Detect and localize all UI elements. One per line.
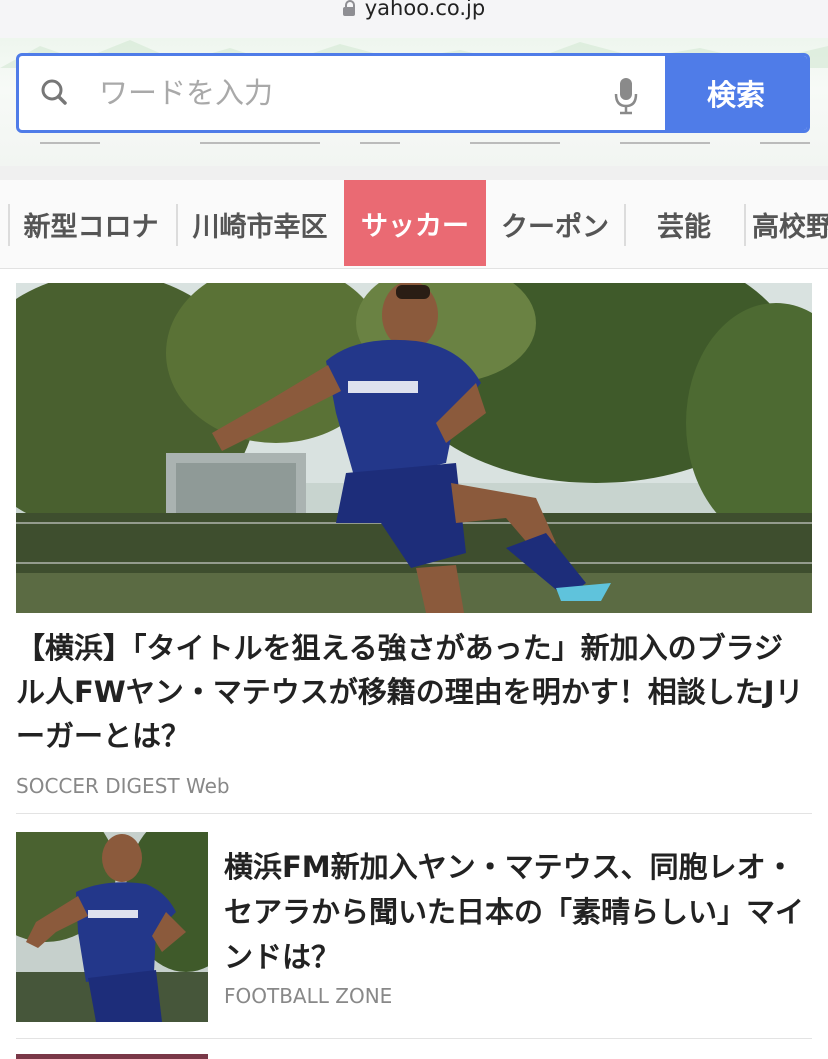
article-thumbnail[interactable] — [16, 832, 208, 1022]
tab-separator — [624, 204, 626, 246]
next-article-thumbnail[interactable] — [16, 1054, 208, 1059]
tab-entertainment[interactable]: 芸能 — [630, 180, 738, 268]
lock-icon — [342, 0, 355, 16]
article-title[interactable]: 横浜FM新加入ヤン・マテウス、同胞レオ・セアラから聞いた日本の「素晴らしい」マイ… — [224, 845, 814, 980]
tab-high-school-baseball[interactable]: 高校野 — [752, 180, 828, 268]
tab-soccer[interactable]: サッカー — [344, 180, 486, 266]
search-field[interactable] — [19, 56, 665, 130]
tab-separator — [8, 204, 10, 246]
search-header: 検索 — [0, 38, 828, 166]
soccer-player-thumbnail — [16, 832, 208, 1022]
search-button[interactable]: 検索 — [665, 56, 807, 130]
tab-separator — [744, 204, 746, 246]
tab-coupon[interactable]: クーポン — [492, 180, 618, 268]
search-icon — [41, 79, 67, 105]
article-divider — [16, 1038, 812, 1039]
category-tabs: 新型コロナ 川崎市幸区 サッカー クーポン 芸能 高校野 — [0, 180, 828, 269]
search-box: 検索 — [16, 53, 810, 133]
tab-kawasaki-saiwai[interactable]: 川崎市幸区 — [182, 180, 338, 268]
mic-icon[interactable] — [613, 76, 639, 116]
article-source: FOOTBALL ZONE — [224, 984, 393, 1008]
cutoff-links-row — [0, 138, 828, 156]
article-divider — [16, 813, 812, 814]
soccer-player-photo — [16, 283, 812, 613]
tab-covid[interactable]: 新型コロナ — [14, 180, 168, 268]
hero-article-title[interactable]: 【横浜】「タイトルを狙える強さがあった」新加入のブラジル人FWヤン・マテウスが移… — [16, 626, 812, 758]
tab-separator — [176, 204, 178, 246]
hero-article-image[interactable] — [16, 283, 812, 613]
browser-url-bar[interactable]: yahoo.co.jp — [0, 0, 828, 38]
url-text[interactable]: yahoo.co.jp — [365, 0, 485, 20]
section-divider — [0, 166, 828, 180]
search-input[interactable] — [97, 75, 581, 111]
hero-article-source: SOCCER DIGEST Web — [16, 774, 230, 798]
